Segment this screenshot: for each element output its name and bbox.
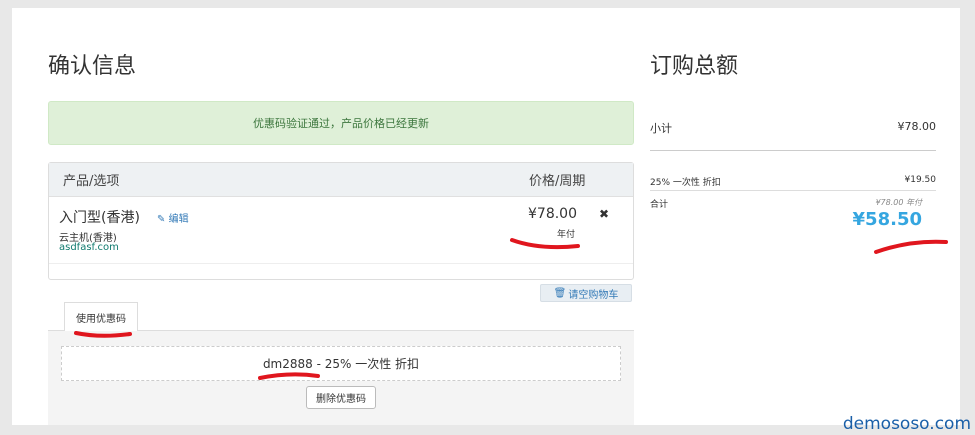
edit-link[interactable]: ✎ 编辑 — [157, 210, 189, 225]
promo-tab-label: 使用优惠码 — [76, 313, 126, 325]
empty-cart-button[interactable]: 🗑 请空购物车 — [540, 284, 632, 302]
page-title: 确认信息 — [48, 54, 137, 79]
item-domain: asdfasf.com — [59, 242, 119, 253]
item-name: 入门型(香港) — [59, 210, 140, 226]
subtotal-row: 小计 ¥78.00 — [650, 120, 936, 136]
cart-header: 产品/选项 价格/周期 — [49, 163, 633, 197]
trash-icon: 🗑 — [553, 287, 567, 299]
total-divider — [650, 190, 936, 191]
tab-promo-code[interactable]: 使用优惠码 — [64, 302, 138, 331]
item-price: ¥78.00 — [528, 206, 577, 222]
subtotal-value: ¥78.00 — [897, 120, 937, 133]
cart-table: 产品/选项 价格/周期 入门型(香港) ✎ 编辑 云主机(香港) asdfasf… — [48, 162, 634, 280]
pencil-icon: ✎ — [157, 214, 166, 225]
row-divider — [49, 263, 633, 264]
remove-item-icon[interactable]: ✖ — [599, 207, 609, 221]
header-product: 产品/选项 — [63, 174, 120, 189]
remove-promo-label: 删除优惠码 — [316, 394, 366, 405]
applied-promo: dm2888 - 25% 一次性 折扣 — [61, 346, 621, 381]
header-price: 价格/周期 — [529, 174, 586, 189]
alert-text: 优惠码验证通过，产品价格已经更新 — [253, 117, 429, 130]
original-price: ¥78.00 年付 — [875, 198, 922, 207]
item-cycle: 年付 — [556, 230, 575, 240]
success-alert: 优惠码验证通过，产品价格已经更新 — [48, 101, 634, 145]
applied-promo-text: dm2888 - 25% 一次性 折扣 — [262, 357, 420, 371]
subtotal-label: 小计 — [650, 122, 672, 135]
summary-title: 订购总额 — [650, 54, 739, 79]
discount-row: 25% 一次性 折扣 ¥19.50 — [650, 175, 936, 188]
total-value: ¥58.50 — [852, 209, 922, 230]
discount-value: ¥19.50 — [904, 175, 937, 185]
edit-label: 编辑 — [168, 214, 189, 225]
summary-divider — [650, 150, 936, 151]
remove-promo-button[interactable]: 删除优惠码 — [306, 386, 376, 409]
checkout-page: 确认信息 订购总额 优惠码验证通过，产品价格已经更新 产品/选项 价格/周期 入… — [12, 8, 960, 425]
discount-label: 25% 一次性 折扣 — [650, 178, 721, 188]
site-brand: demososo.com — [842, 414, 971, 434]
total-label: 合计 — [650, 200, 669, 210]
empty-cart-label: 请空购物车 — [568, 289, 619, 301]
